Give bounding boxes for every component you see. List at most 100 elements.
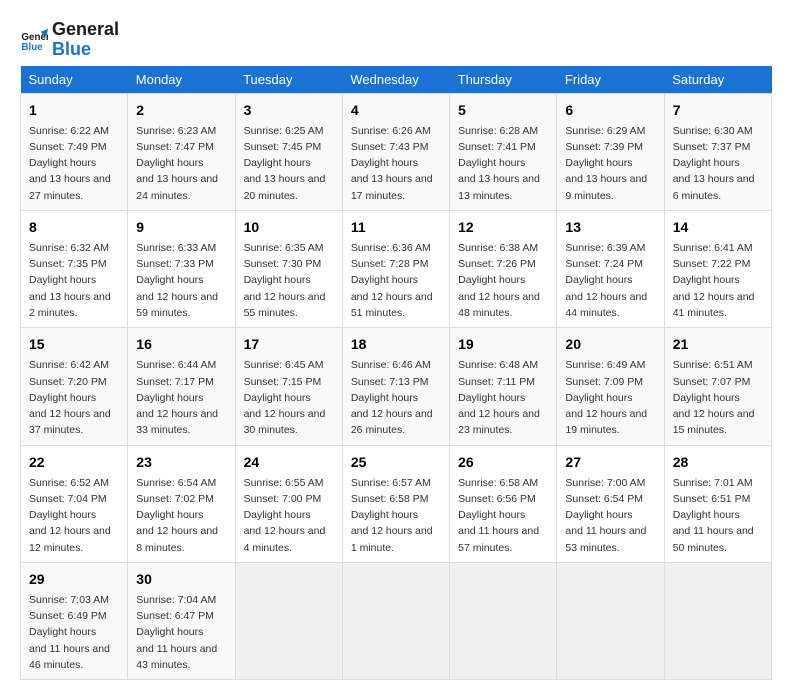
day-number: 8 bbox=[29, 217, 119, 238]
calendar-cell: 26 Sunrise: 6:58 AM Sunset: 6:56 PM Dayl… bbox=[450, 445, 557, 562]
calendar-cell: 14 Sunrise: 6:41 AM Sunset: 7:22 PM Dayl… bbox=[664, 210, 771, 327]
calendar-cell: 19 Sunrise: 6:48 AM Sunset: 7:11 PM Dayl… bbox=[450, 328, 557, 445]
calendar-cell: 18 Sunrise: 6:46 AM Sunset: 7:13 PM Dayl… bbox=[342, 328, 449, 445]
calendar-cell: 10 Sunrise: 6:35 AM Sunset: 7:30 PM Dayl… bbox=[235, 210, 342, 327]
page-header: General Blue General Blue bbox=[20, 20, 772, 60]
calendar-cell: 1 Sunrise: 6:22 AM Sunset: 7:49 PM Dayli… bbox=[21, 93, 128, 210]
day-number: 25 bbox=[351, 452, 441, 473]
calendar-table: SundayMondayTuesdayWednesdayThursdayFrid… bbox=[20, 66, 772, 681]
calendar-cell: 22 Sunrise: 6:52 AM Sunset: 7:04 PM Dayl… bbox=[21, 445, 128, 562]
day-info: Sunrise: 6:39 AM Sunset: 7:24 PM Dayligh… bbox=[565, 240, 655, 321]
logo: General Blue General Blue bbox=[20, 20, 119, 60]
day-number: 5 bbox=[458, 100, 548, 121]
calendar-cell: 28 Sunrise: 7:01 AM Sunset: 6:51 PM Dayl… bbox=[664, 445, 771, 562]
day-number: 12 bbox=[458, 217, 548, 238]
day-info: Sunrise: 6:36 AM Sunset: 7:28 PM Dayligh… bbox=[351, 240, 441, 321]
day-number: 7 bbox=[673, 100, 763, 121]
day-number: 27 bbox=[565, 452, 655, 473]
calendar-cell: 11 Sunrise: 6:36 AM Sunset: 7:28 PM Dayl… bbox=[342, 210, 449, 327]
day-info: Sunrise: 6:46 AM Sunset: 7:13 PM Dayligh… bbox=[351, 357, 441, 438]
calendar-cell: 3 Sunrise: 6:25 AM Sunset: 7:45 PM Dayli… bbox=[235, 93, 342, 210]
calendar-cell bbox=[557, 562, 664, 679]
day-info: Sunrise: 6:57 AM Sunset: 6:58 PM Dayligh… bbox=[351, 475, 441, 556]
day-info: Sunrise: 6:25 AM Sunset: 7:45 PM Dayligh… bbox=[244, 123, 334, 204]
day-info: Sunrise: 6:35 AM Sunset: 7:30 PM Dayligh… bbox=[244, 240, 334, 321]
day-info: Sunrise: 6:26 AM Sunset: 7:43 PM Dayligh… bbox=[351, 123, 441, 204]
day-number: 10 bbox=[244, 217, 334, 238]
weekday-friday: Friday bbox=[557, 66, 664, 94]
day-info: Sunrise: 6:55 AM Sunset: 7:00 PM Dayligh… bbox=[244, 475, 334, 556]
calendar-week-2: 8 Sunrise: 6:32 AM Sunset: 7:35 PM Dayli… bbox=[21, 210, 772, 327]
weekday-sunday: Sunday bbox=[21, 66, 128, 94]
day-info: Sunrise: 6:44 AM Sunset: 7:17 PM Dayligh… bbox=[136, 357, 226, 438]
day-number: 4 bbox=[351, 100, 441, 121]
day-info: Sunrise: 6:38 AM Sunset: 7:26 PM Dayligh… bbox=[458, 240, 548, 321]
logo-blue: Blue bbox=[52, 40, 119, 60]
day-info: Sunrise: 6:23 AM Sunset: 7:47 PM Dayligh… bbox=[136, 123, 226, 204]
calendar-cell: 2 Sunrise: 6:23 AM Sunset: 7:47 PM Dayli… bbox=[128, 93, 235, 210]
day-number: 14 bbox=[673, 217, 763, 238]
day-info: Sunrise: 7:00 AM Sunset: 6:54 PM Dayligh… bbox=[565, 475, 655, 556]
weekday-wednesday: Wednesday bbox=[342, 66, 449, 94]
day-number: 2 bbox=[136, 100, 226, 121]
calendar-cell: 4 Sunrise: 6:26 AM Sunset: 7:43 PM Dayli… bbox=[342, 93, 449, 210]
weekday-saturday: Saturday bbox=[664, 66, 771, 94]
day-number: 28 bbox=[673, 452, 763, 473]
calendar-cell bbox=[450, 562, 557, 679]
day-info: Sunrise: 6:49 AM Sunset: 7:09 PM Dayligh… bbox=[565, 357, 655, 438]
day-number: 19 bbox=[458, 334, 548, 355]
day-number: 24 bbox=[244, 452, 334, 473]
calendar-cell: 9 Sunrise: 6:33 AM Sunset: 7:33 PM Dayli… bbox=[128, 210, 235, 327]
day-number: 3 bbox=[244, 100, 334, 121]
logo-icon: General Blue bbox=[20, 26, 48, 54]
day-number: 30 bbox=[136, 569, 226, 590]
calendar-week-5: 29 Sunrise: 7:03 AM Sunset: 6:49 PM Dayl… bbox=[21, 562, 772, 679]
day-number: 20 bbox=[565, 334, 655, 355]
day-info: Sunrise: 6:45 AM Sunset: 7:15 PM Dayligh… bbox=[244, 357, 334, 438]
day-info: Sunrise: 6:42 AM Sunset: 7:20 PM Dayligh… bbox=[29, 357, 119, 438]
calendar-cell: 30 Sunrise: 7:04 AM Sunset: 6:47 PM Dayl… bbox=[128, 562, 235, 679]
day-number: 6 bbox=[565, 100, 655, 121]
weekday-thursday: Thursday bbox=[450, 66, 557, 94]
calendar-cell: 25 Sunrise: 6:57 AM Sunset: 6:58 PM Dayl… bbox=[342, 445, 449, 562]
weekday-tuesday: Tuesday bbox=[235, 66, 342, 94]
day-number: 26 bbox=[458, 452, 548, 473]
calendar-cell: 29 Sunrise: 7:03 AM Sunset: 6:49 PM Dayl… bbox=[21, 562, 128, 679]
day-info: Sunrise: 7:04 AM Sunset: 6:47 PM Dayligh… bbox=[136, 592, 226, 673]
day-info: Sunrise: 6:28 AM Sunset: 7:41 PM Dayligh… bbox=[458, 123, 548, 204]
day-number: 13 bbox=[565, 217, 655, 238]
day-number: 11 bbox=[351, 217, 441, 238]
day-info: Sunrise: 6:51 AM Sunset: 7:07 PM Dayligh… bbox=[673, 357, 763, 438]
day-number: 15 bbox=[29, 334, 119, 355]
logo-general: General bbox=[52, 20, 119, 40]
day-info: Sunrise: 6:32 AM Sunset: 7:35 PM Dayligh… bbox=[29, 240, 119, 321]
calendar-cell: 24 Sunrise: 6:55 AM Sunset: 7:00 PM Dayl… bbox=[235, 445, 342, 562]
calendar-cell: 5 Sunrise: 6:28 AM Sunset: 7:41 PM Dayli… bbox=[450, 93, 557, 210]
calendar-cell: 17 Sunrise: 6:45 AM Sunset: 7:15 PM Dayl… bbox=[235, 328, 342, 445]
calendar-cell bbox=[664, 562, 771, 679]
calendar-cell: 12 Sunrise: 6:38 AM Sunset: 7:26 PM Dayl… bbox=[450, 210, 557, 327]
day-info: Sunrise: 6:30 AM Sunset: 7:37 PM Dayligh… bbox=[673, 123, 763, 204]
day-info: Sunrise: 7:01 AM Sunset: 6:51 PM Dayligh… bbox=[673, 475, 763, 556]
calendar-cell: 21 Sunrise: 6:51 AM Sunset: 7:07 PM Dayl… bbox=[664, 328, 771, 445]
calendar-cell: 27 Sunrise: 7:00 AM Sunset: 6:54 PM Dayl… bbox=[557, 445, 664, 562]
svg-text:Blue: Blue bbox=[21, 42, 43, 53]
day-number: 23 bbox=[136, 452, 226, 473]
day-info: Sunrise: 6:58 AM Sunset: 6:56 PM Dayligh… bbox=[458, 475, 548, 556]
calendar-week-3: 15 Sunrise: 6:42 AM Sunset: 7:20 PM Dayl… bbox=[21, 328, 772, 445]
calendar-cell: 20 Sunrise: 6:49 AM Sunset: 7:09 PM Dayl… bbox=[557, 328, 664, 445]
day-number: 9 bbox=[136, 217, 226, 238]
weekday-header-row: SundayMondayTuesdayWednesdayThursdayFrid… bbox=[21, 66, 772, 94]
calendar-cell: 13 Sunrise: 6:39 AM Sunset: 7:24 PM Dayl… bbox=[557, 210, 664, 327]
day-info: Sunrise: 6:22 AM Sunset: 7:49 PM Dayligh… bbox=[29, 123, 119, 204]
day-number: 21 bbox=[673, 334, 763, 355]
calendar-cell bbox=[235, 562, 342, 679]
calendar-cell: 16 Sunrise: 6:44 AM Sunset: 7:17 PM Dayl… bbox=[128, 328, 235, 445]
day-info: Sunrise: 7:03 AM Sunset: 6:49 PM Dayligh… bbox=[29, 592, 119, 673]
day-number: 16 bbox=[136, 334, 226, 355]
calendar-week-4: 22 Sunrise: 6:52 AM Sunset: 7:04 PM Dayl… bbox=[21, 445, 772, 562]
calendar-cell: 15 Sunrise: 6:42 AM Sunset: 7:20 PM Dayl… bbox=[21, 328, 128, 445]
day-info: Sunrise: 6:33 AM Sunset: 7:33 PM Dayligh… bbox=[136, 240, 226, 321]
calendar-week-1: 1 Sunrise: 6:22 AM Sunset: 7:49 PM Dayli… bbox=[21, 93, 772, 210]
day-number: 1 bbox=[29, 100, 119, 121]
